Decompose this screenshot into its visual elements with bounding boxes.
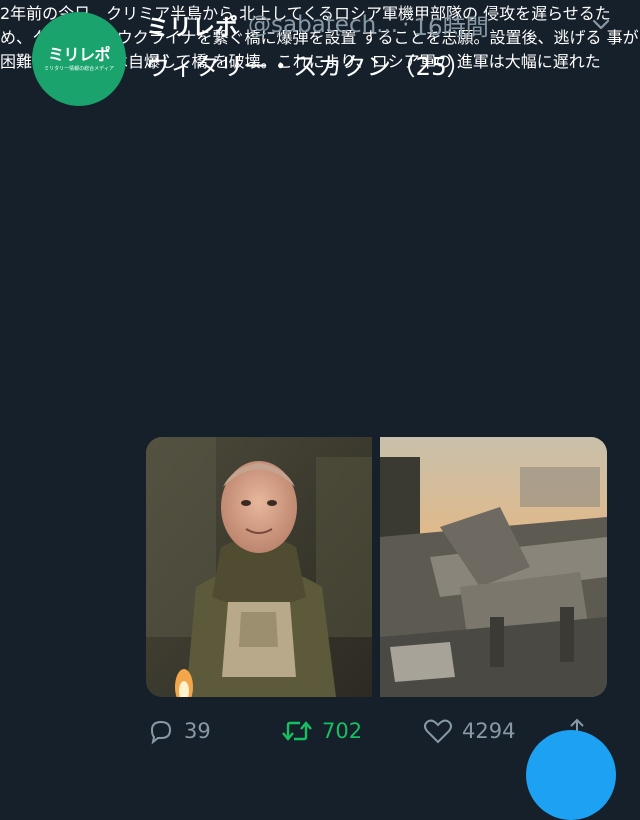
reply-button[interactable]: 39 xyxy=(146,714,211,748)
avatar[interactable]: ミリレポ ミリタリー情報の総合メディア xyxy=(32,12,126,106)
destroyed-bridge-photo[interactable] xyxy=(380,437,607,697)
soldier-portrait-image xyxy=(146,437,372,697)
tweet-text: ヴィタリー・スカクン（25） xyxy=(146,48,616,87)
user-handle[interactable]: @sabatech... xyxy=(248,12,398,38)
destroyed-bridge-image xyxy=(380,437,607,697)
tweet-headline: ヴィタリー・スカクン（25） xyxy=(146,52,472,81)
display-name[interactable]: ミリレポ xyxy=(146,8,238,42)
reply-count: 39 xyxy=(184,719,211,743)
like-button[interactable]: 4294 xyxy=(422,714,515,748)
retweet-button[interactable]: 702 xyxy=(280,714,362,748)
chevron-down-icon[interactable] xyxy=(590,13,612,41)
tweet-media xyxy=(146,437,607,697)
retweet-icon xyxy=(282,721,312,741)
timestamp[interactable]: 16時間 xyxy=(413,8,488,42)
reply-icon xyxy=(150,720,172,745)
compose-fab[interactable] xyxy=(526,730,616,820)
avatar-tagline: ミリタリー情報の総合メディア xyxy=(44,65,114,72)
retweet-count: 702 xyxy=(322,719,363,743)
heart-icon xyxy=(424,719,452,744)
separator-dot: · xyxy=(402,12,410,38)
soldier-portrait-photo[interactable] xyxy=(146,437,372,697)
avatar-logo: ミリレポ xyxy=(47,44,111,64)
ukraine-flag-icon xyxy=(479,56,513,78)
tweet-header: ミリレポ @sabatech... · 16時間 xyxy=(146,8,616,42)
like-count: 4294 xyxy=(462,719,516,743)
